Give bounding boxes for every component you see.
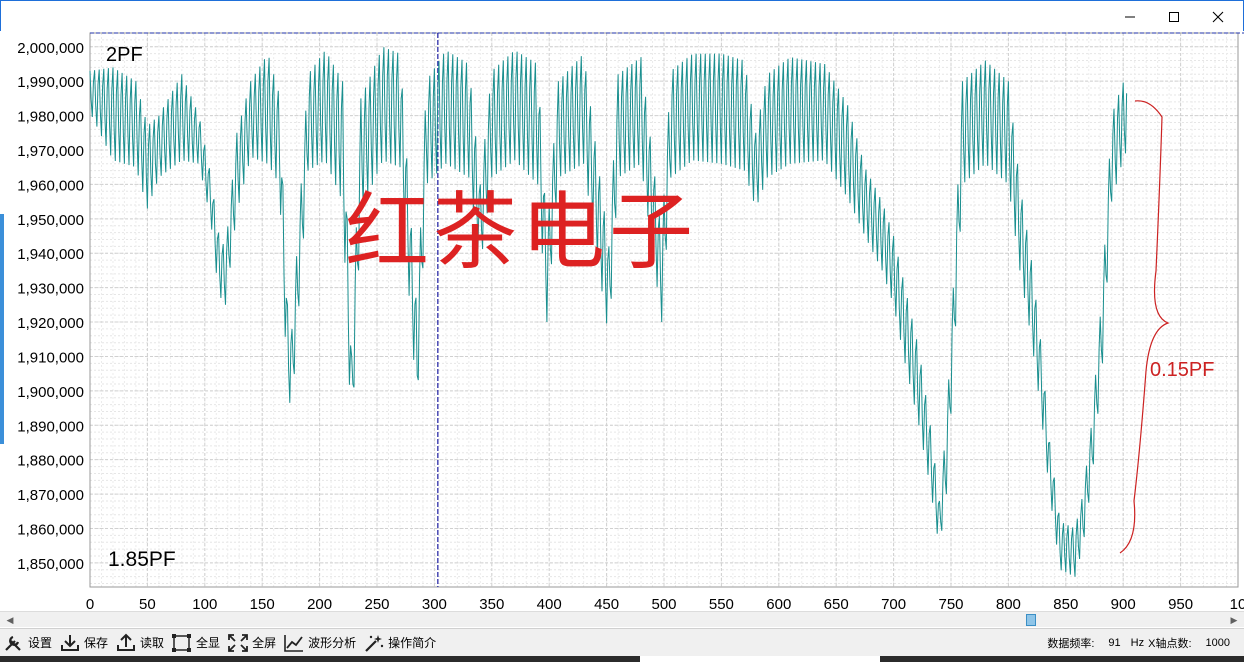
y-tick-label: 1,850,000 (17, 556, 84, 573)
fullscreen-button[interactable]: 全屏 (224, 630, 280, 656)
y-tick-label: 1,970,000 (17, 143, 84, 160)
maximize-icon (1169, 11, 1179, 22)
x-tick-label: 50 (139, 596, 156, 611)
y-tick-label: 1,990,000 (17, 74, 84, 91)
x-tick-label: 100 (192, 596, 217, 611)
scroll-right-icon[interactable]: ▶ (1226, 612, 1242, 628)
download-icon (61, 634, 80, 651)
y-tick-label: 1,860,000 (17, 522, 84, 539)
title-bar (0, 0, 1244, 31)
x-points-value: 1000 (1205, 637, 1230, 649)
wrench-icon (5, 635, 21, 651)
x-tick-label: 650 (824, 596, 849, 611)
operation-intro-button[interactable]: 操作简介 (360, 630, 440, 656)
y-tick-label: 1,870,000 (17, 487, 84, 504)
y-tick-label: 1,920,000 (17, 315, 84, 332)
load-button[interactable]: 读取 (112, 630, 168, 656)
settings-label: 设置 (28, 636, 53, 650)
save-label: 保存 (84, 636, 109, 650)
status-area: 数据频率: 91 Hz X轴点数: 1000 (1047, 629, 1230, 657)
y-tick-label: 2,000,000 (17, 40, 84, 57)
show-all-button[interactable]: 全显 (168, 630, 224, 656)
chart-grid (89, 32, 1239, 587)
x-tick-label: 400 (537, 596, 562, 611)
show-all-label: 全显 (196, 636, 221, 650)
close-button[interactable] (1195, 2, 1241, 31)
taskbar-strip (0, 656, 1244, 662)
save-button[interactable]: 保存 (56, 630, 112, 656)
scroll-thumb[interactable] (1026, 614, 1036, 626)
y-tick-label: 1,930,000 (17, 281, 84, 298)
delta-label: 0.15PF (1150, 359, 1214, 381)
fullscreen-label: 全屏 (252, 636, 277, 650)
fit-all-icon (172, 633, 192, 652)
x-tick-label: 350 (479, 596, 504, 611)
bottom-toolbar: 设置 保存 读取 全显 全屏 波形分析 操作简介 数据频率: 91 Hz X轴点… (0, 628, 1244, 656)
close-icon (1212, 11, 1224, 22)
minimize-button[interactable] (1107, 2, 1153, 31)
left-edge-bar (0, 214, 4, 444)
y-tick-label: 1,910,000 (17, 349, 84, 366)
x-tick-label: 300 (422, 596, 447, 611)
y-tick-label: 1,950,000 (17, 212, 84, 229)
waveform-chart[interactable]: 2,000,000 1,990,000 1,980,000 1,970,000 1,96… (0, 31, 1244, 611)
y-tick-label: 1,960,000 (17, 177, 84, 194)
x-tick-label: 600 (766, 596, 791, 611)
x-tick-label: 10 (1230, 596, 1244, 611)
waveform-analysis-label: 波形分析 (308, 636, 357, 650)
load-label: 读取 (140, 636, 165, 650)
app-window: 2,000,000 1,990,000 1,980,000 1,970,000 1,96… (0, 0, 1244, 662)
x-tick-label: 900 (1111, 596, 1136, 611)
x-tick-label: 500 (651, 596, 676, 611)
minimize-icon (1125, 16, 1135, 17)
y-tick-label: 1,980,000 (17, 109, 84, 126)
x-tick-label: 450 (594, 596, 619, 611)
x-points-label: X轴点数: (1148, 638, 1192, 650)
bottom-value-label: 1.85PF (108, 548, 176, 571)
x-tick-label: 250 (364, 596, 389, 611)
y-tick-label: 1,890,000 (17, 418, 84, 435)
horizontal-scrollbar[interactable]: ◀ ▶ (0, 611, 1244, 627)
settings-button[interactable]: 设置 (0, 630, 56, 656)
data-rate-label: 数据频率: (1047, 638, 1095, 650)
upload-icon (117, 633, 136, 651)
x-tick-label: 0 (86, 596, 94, 611)
watermark-text: 红茶电子 (345, 183, 697, 281)
operation-intro-label: 操作简介 (388, 636, 437, 650)
x-tick-label: 150 (250, 596, 275, 611)
data-rate-value: 91 (1108, 637, 1121, 649)
y-tick-label: 1,940,000 (17, 246, 84, 263)
x-tick-label: 750 (938, 596, 963, 611)
series-line (89, 47, 1128, 577)
x-tick-label: 800 (996, 596, 1021, 611)
y-tick-label: 1,900,000 (17, 384, 84, 401)
top-value-label: 2PF (106, 44, 143, 66)
plot-area[interactable]: 2,000,000 1,990,000 1,980,000 1,970,000 1,96… (0, 31, 1244, 628)
x-tick-label: 950 (1168, 596, 1193, 611)
fullscreen-icon (228, 633, 248, 652)
x-tick-label: 550 (709, 596, 734, 611)
x-tick-label: 200 (307, 596, 332, 611)
chart-series (89, 47, 1128, 577)
x-tick-label: 700 (881, 596, 906, 611)
line-chart-icon (284, 634, 304, 652)
waveform-analysis-button[interactable]: 波形分析 (280, 630, 360, 656)
data-rate-unit: Hz (1130, 637, 1145, 649)
brace-annotation (1119, 100, 1170, 554)
scroll-left-icon[interactable]: ◀ (2, 612, 18, 628)
y-tick-label: 1,880,000 (17, 453, 84, 470)
magic-wand-icon (365, 634, 384, 652)
x-tick-label: 850 (1053, 596, 1078, 611)
maximize-button[interactable] (1151, 2, 1197, 31)
